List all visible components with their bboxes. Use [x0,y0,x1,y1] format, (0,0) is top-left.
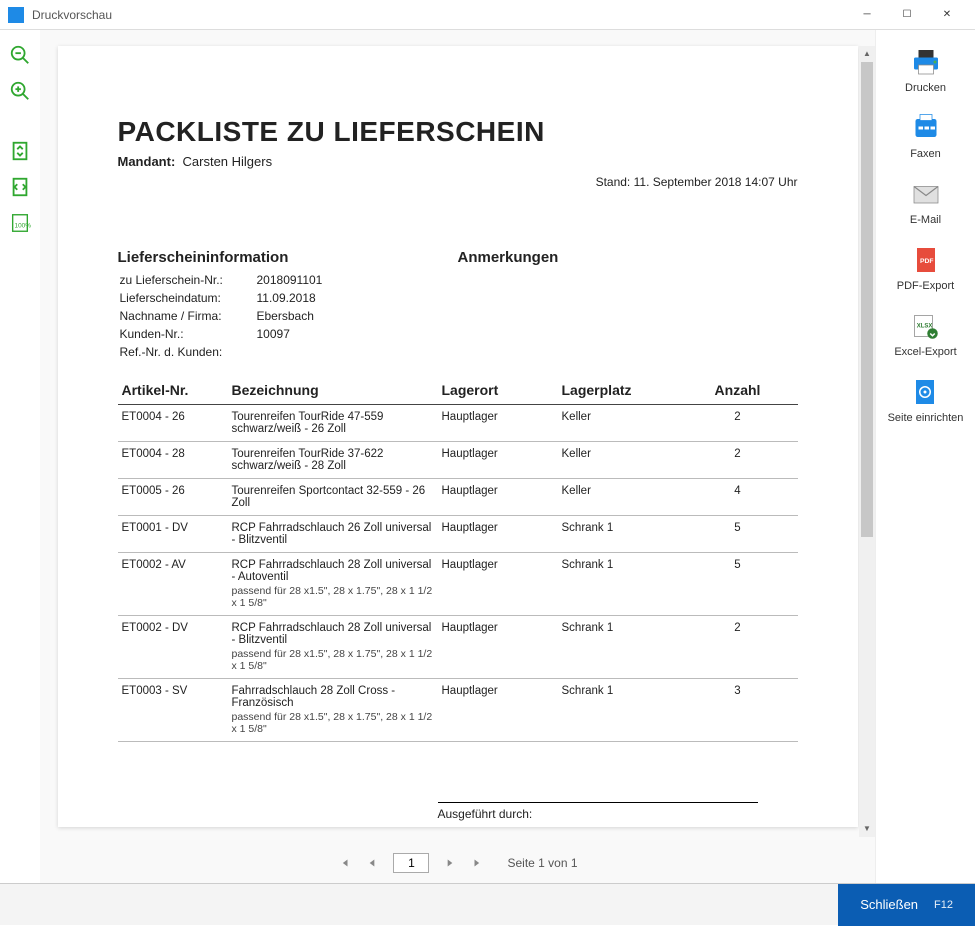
page-title: PACKLISTE ZU LIEFERSCHEIN [118,116,798,148]
fit-width-icon[interactable] [9,176,31,198]
fax-button[interactable]: Faxen [908,112,944,160]
zoom-in-icon[interactable] [9,80,31,102]
left-toolbar: 100% [0,30,40,883]
scroll-down-arrow[interactable]: ▼ [859,821,875,837]
fit-page-icon[interactable] [9,140,31,162]
excel-export-button[interactable]: XLSX Excel-Export [894,310,956,358]
info-row: Ref.-Nr. d. Kunden: [120,344,323,360]
titlebar: Druckvorschau ─ ☐ ✕ [0,0,975,30]
items-table: Artikel-Nr. Bezeichnung Lagerort Lagerpl… [118,376,798,742]
info-header: Lieferscheininformation [118,249,458,266]
table-row: ET0001 - DVRCP Fahrradschlauch 26 Zoll u… [118,516,798,553]
pager: Seite 1 von 1 [40,843,875,883]
info-row: Kunden-Nr.:10097 [120,326,323,342]
svg-text:PDF: PDF [920,258,934,265]
pdf-export-button[interactable]: PDF PDF-Export [897,244,954,292]
minimize-button[interactable]: ─ [847,9,887,20]
pdf-icon: PDF [908,244,944,276]
zoom-100-icon[interactable]: 100% [9,212,31,234]
footer: Schließen F12 [0,883,975,925]
info-table: zu Lieferschein-Nr.:2018091101 Liefersche… [118,270,325,362]
info-row: Nachname / Firma:Ebersbach [120,308,323,324]
stand-line: Stand: 11. September 2018 14:07 Uhr [118,175,798,189]
table-row: ET0004 - 26Tourenreifen TourRide 47-559 … [118,405,798,442]
zoom-out-icon[interactable] [9,44,31,66]
close-window-button[interactable]: ✕ [927,9,967,20]
preview-scroll[interactable]: PACKLISTE ZU LIEFERSCHEIN Mandant: Carst… [40,30,875,843]
window-title: Druckvorschau [32,8,847,22]
next-page-icon[interactable] [443,856,457,870]
page-info: Seite 1 von 1 [507,856,577,870]
prev-page-icon[interactable] [365,856,379,870]
close-button[interactable]: Schließen F12 [838,884,975,926]
info-row: zu Lieferschein-Nr.:2018091101 [120,272,323,288]
scroll-thumb[interactable] [861,62,873,537]
table-row: ET0004 - 28Tourenreifen TourRide 37-622 … [118,442,798,479]
page-setup-icon [907,376,943,408]
email-icon [908,178,944,210]
table-row: ET0002 - AVRCP Fahrradschlauch 28 Zoll u… [118,553,798,616]
excel-icon: XLSX [907,310,943,342]
table-row: ET0005 - 26Tourenreifen Sportcontact 32-… [118,479,798,516]
table-row: ET0003 - SVFahrradschlauch 28 Zoll Cross… [118,679,798,742]
maximize-button[interactable]: ☐ [887,9,927,20]
document-page: PACKLISTE ZU LIEFERSCHEIN Mandant: Carst… [58,46,858,827]
svg-text:XLSX: XLSX [917,324,933,330]
email-button[interactable]: E-Mail [908,178,944,226]
mandant-line: Mandant: Carsten Hilgers [118,154,798,169]
printer-icon [908,46,944,78]
notes-header: Anmerkungen [458,249,798,266]
app-icon [8,7,24,23]
print-button[interactable]: Drucken [905,46,946,94]
right-toolbar: Drucken Faxen E-Mail PDF PDF-Export XLSX… [875,30,975,883]
first-page-icon[interactable] [337,856,351,870]
table-row: ET0002 - DVRCP Fahrradschlauch 28 Zoll u… [118,616,798,679]
page-input[interactable] [393,853,429,873]
scroll-up-arrow[interactable]: ▲ [859,46,875,62]
preview-area: PACKLISTE ZU LIEFERSCHEIN Mandant: Carst… [40,30,875,883]
signature-line: Ausgeführt durch: [438,802,758,821]
page-setup-button[interactable]: Seite einrichten [888,376,964,424]
vertical-scrollbar[interactable]: ▲ ▼ [859,46,875,837]
last-page-icon[interactable] [471,856,485,870]
info-row: Lieferscheindatum:11.09.2018 [120,290,323,306]
fax-icon [908,112,944,144]
svg-text:100%: 100% [15,223,32,230]
